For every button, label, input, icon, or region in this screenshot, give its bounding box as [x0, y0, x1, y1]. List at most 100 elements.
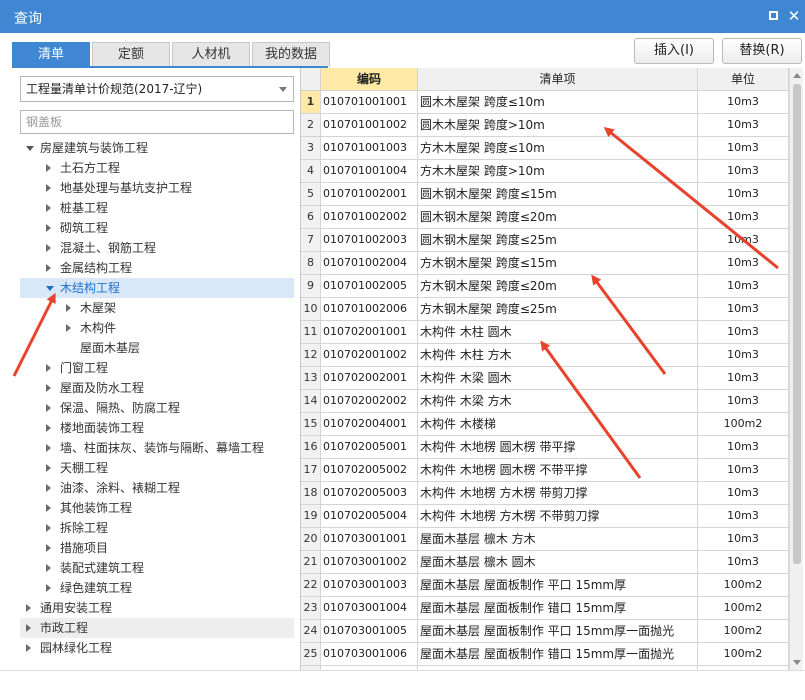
scroll-thumb[interactable]	[793, 84, 801, 564]
table-row[interactable]: 6 010701002002 圆木钢木屋架 跨度≤20m 10m3	[301, 206, 789, 229]
table-row[interactable]: 3 010701001003 方木木屋架 跨度≤10m 10m3	[301, 137, 789, 160]
expand-arrow-icon[interactable]	[46, 404, 51, 412]
expand-arrow-icon[interactable]	[46, 464, 51, 472]
tree-item[interactable]: 土石方工程	[20, 158, 294, 178]
expand-arrow-icon[interactable]	[46, 424, 51, 432]
header-unit[interactable]: 单位	[698, 68, 789, 91]
expand-arrow-icon[interactable]	[26, 624, 31, 632]
table-row[interactable]: 21 010703001002 屋面木基层 檩木 圆木 10m3	[301, 551, 789, 574]
tree-item[interactable]: 木构件	[20, 318, 294, 338]
table-row[interactable]: 16 010702005001 木构件 木地楞 圆木楞 带平撑 10m3	[301, 436, 789, 459]
tree-item[interactable]: 屋面及防水工程	[20, 378, 294, 398]
expand-arrow-icon[interactable]	[46, 444, 51, 452]
grid-scrollbar[interactable]	[789, 68, 803, 670]
table-row[interactable]: 7 010701002003 圆木钢木屋架 跨度≤25m 10m3	[301, 229, 789, 252]
table-row[interactable]: 4 010701001004 方木木屋架 跨度>10m 10m3	[301, 160, 789, 183]
collapse-arrow-icon[interactable]	[26, 146, 34, 151]
expand-arrow-icon[interactable]	[46, 204, 51, 212]
tree-item-label: 木屋架	[80, 301, 117, 315]
tab-quota[interactable]: 定额	[92, 42, 170, 67]
row-index: 8	[301, 252, 321, 275]
expand-arrow-icon[interactable]	[26, 604, 31, 612]
table-row[interactable]: 9 010701002005 方木钢木屋架 跨度≤20m 10m3	[301, 275, 789, 298]
table-row[interactable]: 10 010701002006 方木钢木屋架 跨度≤25m 10m3	[301, 298, 789, 321]
header-name[interactable]: 清单项	[418, 68, 698, 91]
spec-select[interactable]: 工程量清单计价规范(2017-辽宁)	[20, 76, 294, 102]
tree-item[interactable]: 绿色建筑工程	[20, 578, 294, 598]
tab-materials[interactable]: 人材机	[172, 42, 250, 67]
table-row[interactable]: 18 010702005003 木构件 木地楞 方木楞 带剪刀撑 10m3	[301, 482, 789, 505]
tab-bill[interactable]: 清单	[12, 42, 90, 67]
expand-arrow-icon[interactable]	[46, 224, 51, 232]
table-row[interactable]: 12 010702001002 木构件 木柱 方木 10m3	[301, 344, 789, 367]
tree-item[interactable]: 保温、隔热、防腐工程	[20, 398, 294, 418]
row-unit: 10m3	[698, 298, 789, 321]
row-index: 5	[301, 183, 321, 206]
tree-item[interactable]: 楼地面装饰工程	[20, 418, 294, 438]
tree-item[interactable]: 屋面木基层	[20, 338, 294, 358]
tree-item[interactable]: 桩基工程	[20, 198, 294, 218]
row-index: 19	[301, 505, 321, 528]
tree-item[interactable]: 油漆、涂料、裱糊工程	[20, 478, 294, 498]
expand-arrow-icon[interactable]	[66, 324, 71, 332]
expand-arrow-icon[interactable]	[46, 524, 51, 532]
replace-button[interactable]: 替换(R)	[722, 38, 802, 64]
tree-item[interactable]: 混凝土、钢筋工程	[20, 238, 294, 258]
tree-item[interactable]: 金属结构工程	[20, 258, 294, 278]
tree-item[interactable]: 天棚工程	[20, 458, 294, 478]
tree-item[interactable]: 措施项目	[20, 538, 294, 558]
tree-item[interactable]: 装配式建筑工程	[20, 558, 294, 578]
table-row[interactable]: 20 010703001001 屋面木基层 檩木 方木 10m3	[301, 528, 789, 551]
expand-arrow-icon[interactable]	[46, 544, 51, 552]
table-row[interactable]: 14 010702002002 木构件 木梁 方木 10m3	[301, 390, 789, 413]
table-row[interactable]: 2 010701001002 圆木木屋架 跨度>10m 10m3	[301, 114, 789, 137]
tree-item[interactable]: 木屋架	[20, 298, 294, 318]
tree-item[interactable]: 地基处理与基坑支护工程	[20, 178, 294, 198]
table-row[interactable]: 17 010702005002 木构件 木地楞 圆木楞 不带平撑 10m3	[301, 459, 789, 482]
row-name: 木构件 木地楞 方木楞 不带剪刀撑	[418, 505, 698, 528]
header-code[interactable]: 编码	[321, 68, 418, 91]
expand-arrow-icon[interactable]	[46, 184, 51, 192]
expand-arrow-icon[interactable]	[46, 384, 51, 392]
table-row[interactable]: 8 010701002004 方木钢木屋架 跨度≤15m 10m3	[301, 252, 789, 275]
table-row[interactable]: 24 010703001005 屋面木基层 屋面板制作 平口 15mm厚一面抛光 10…	[301, 620, 789, 643]
close-icon[interactable]: ✕	[785, 7, 803, 25]
tree-item-label: 通用安装工程	[40, 601, 113, 615]
tree-item[interactable]: 门窗工程	[20, 358, 294, 378]
tree-item[interactable]: 园林绿化工程	[20, 638, 294, 658]
tree-item[interactable]: 通用安装工程	[20, 598, 294, 618]
tree-item[interactable]: 其他装饰工程	[20, 498, 294, 518]
table-row[interactable]: 19 010702005004 木构件 木地楞 方木楞 不带剪刀撑 10m3	[301, 505, 789, 528]
tree-item[interactable]: 市政工程	[20, 618, 294, 638]
expand-arrow-icon[interactable]	[46, 484, 51, 492]
scroll-down-icon[interactable]	[793, 660, 801, 665]
expand-arrow-icon[interactable]	[46, 364, 51, 372]
table-row[interactable]: 11 010702001001 木构件 木柱 圆木 10m3	[301, 321, 789, 344]
expand-arrow-icon[interactable]	[46, 504, 51, 512]
expand-arrow-icon[interactable]	[26, 644, 31, 652]
table-row[interactable]: 1 010701001001 圆木木屋架 跨度≤10m 10m3	[301, 91, 789, 114]
tree-item[interactable]: 木结构工程	[20, 278, 294, 298]
expand-arrow-icon[interactable]	[66, 304, 71, 312]
scroll-up-icon[interactable]	[793, 73, 801, 78]
table-row[interactable]: 15 010702004001 木构件 木楼梯 100m2	[301, 413, 789, 436]
table-row[interactable]: 25 010703001006 屋面木基层 屋面板制作 错口 15mm厚一面抛光 10…	[301, 643, 789, 666]
table-row[interactable]: 5 010701002001 圆木钢木屋架 跨度≤15m 10m3	[301, 183, 789, 206]
search-input[interactable]: 钢盖板	[20, 110, 294, 134]
tree-item[interactable]: 砌筑工程	[20, 218, 294, 238]
tree-item[interactable]: 拆除工程	[20, 518, 294, 538]
insert-button[interactable]: 插入(I)	[634, 38, 714, 64]
tree-item[interactable]: 房屋建筑与装饰工程	[20, 138, 294, 158]
maximize-icon[interactable]	[764, 7, 782, 25]
table-row[interactable]: 23 010703001004 屋面木基层 屋面板制作 错口 15mm厚 100m2	[301, 597, 789, 620]
table-row[interactable]: 22 010703001003 屋面木基层 屋面板制作 平口 15mm厚 100m2	[301, 574, 789, 597]
collapse-arrow-icon[interactable]	[46, 286, 54, 291]
expand-arrow-icon[interactable]	[46, 584, 51, 592]
expand-arrow-icon[interactable]	[46, 164, 51, 172]
expand-arrow-icon[interactable]	[46, 244, 51, 252]
tree-item[interactable]: 墙、柱面抹灰、装饰与隔断、幕墙工程	[20, 438, 294, 458]
table-row[interactable]: 13 010702002001 木构件 木梁 圆木 10m3	[301, 367, 789, 390]
tab-my-data[interactable]: 我的数据	[252, 42, 330, 67]
expand-arrow-icon[interactable]	[46, 564, 51, 572]
expand-arrow-icon[interactable]	[46, 264, 51, 272]
